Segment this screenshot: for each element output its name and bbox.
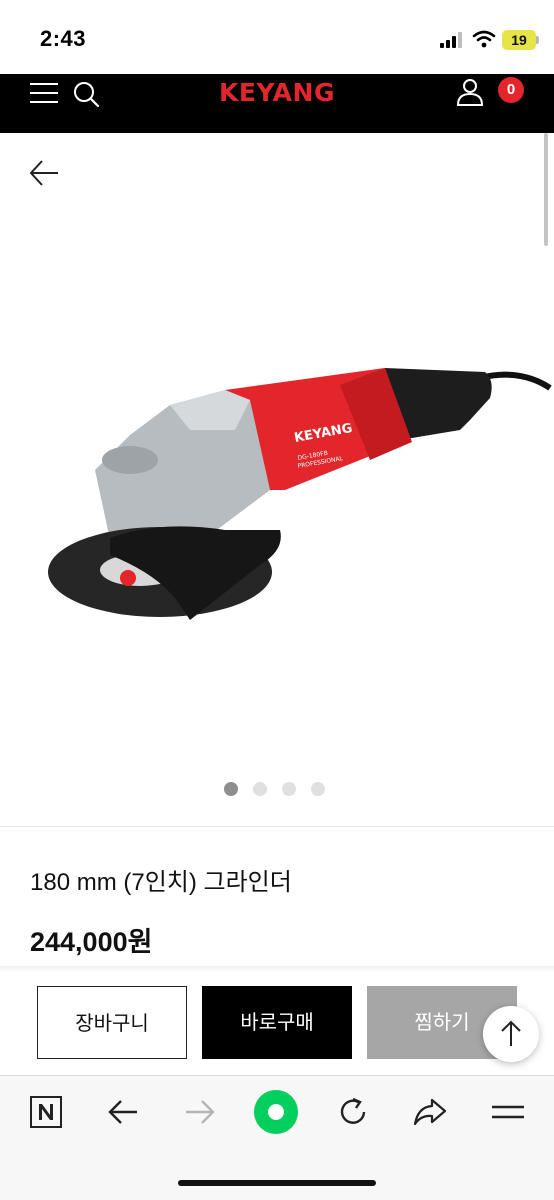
carousel-dot[interactable]: [311, 782, 325, 796]
user-account-icon[interactable]: [456, 78, 484, 106]
product-price: 244,000원: [30, 927, 153, 957]
product-image: KEYANG DG-180FB PROFESSIONAL: [48, 368, 552, 620]
share-icon[interactable]: [412, 1094, 448, 1130]
carousel-dot[interactable]: [282, 782, 296, 796]
forward-icon[interactable]: [182, 1094, 218, 1130]
back-arrow-icon[interactable]: [28, 158, 60, 188]
section-divider: [0, 826, 554, 827]
scroll-to-top-button[interactable]: [483, 1006, 539, 1062]
buy-now-button[interactable]: 바로구매: [202, 986, 352, 1059]
carousel-indicator: [224, 782, 325, 798]
status-time: 2:43: [40, 26, 87, 51]
browser-menu-icon[interactable]: [490, 1094, 526, 1130]
carousel-dot[interactable]: [224, 782, 238, 796]
purchase-bar-shadow: [0, 966, 554, 972]
wifi-icon: [472, 30, 496, 48]
refresh-icon[interactable]: [335, 1094, 371, 1130]
home-indicator: [178, 1180, 376, 1186]
naver-n-icon[interactable]: [28, 1094, 64, 1130]
scroll-indicator: [544, 133, 548, 246]
home-icon[interactable]: [254, 1090, 298, 1134]
product-name: 180 mm (7인치) 그라인더: [30, 869, 292, 896]
cellular-signal-icon: [440, 32, 462, 48]
carousel-dot[interactable]: [253, 782, 267, 796]
back-icon[interactable]: [105, 1094, 141, 1130]
cart-count-badge[interactable]: 0: [498, 77, 524, 103]
add-to-cart-button[interactable]: 장바구니: [37, 986, 187, 1059]
battery-tip: [536, 36, 539, 44]
battery-indicator: 19: [502, 30, 536, 50]
